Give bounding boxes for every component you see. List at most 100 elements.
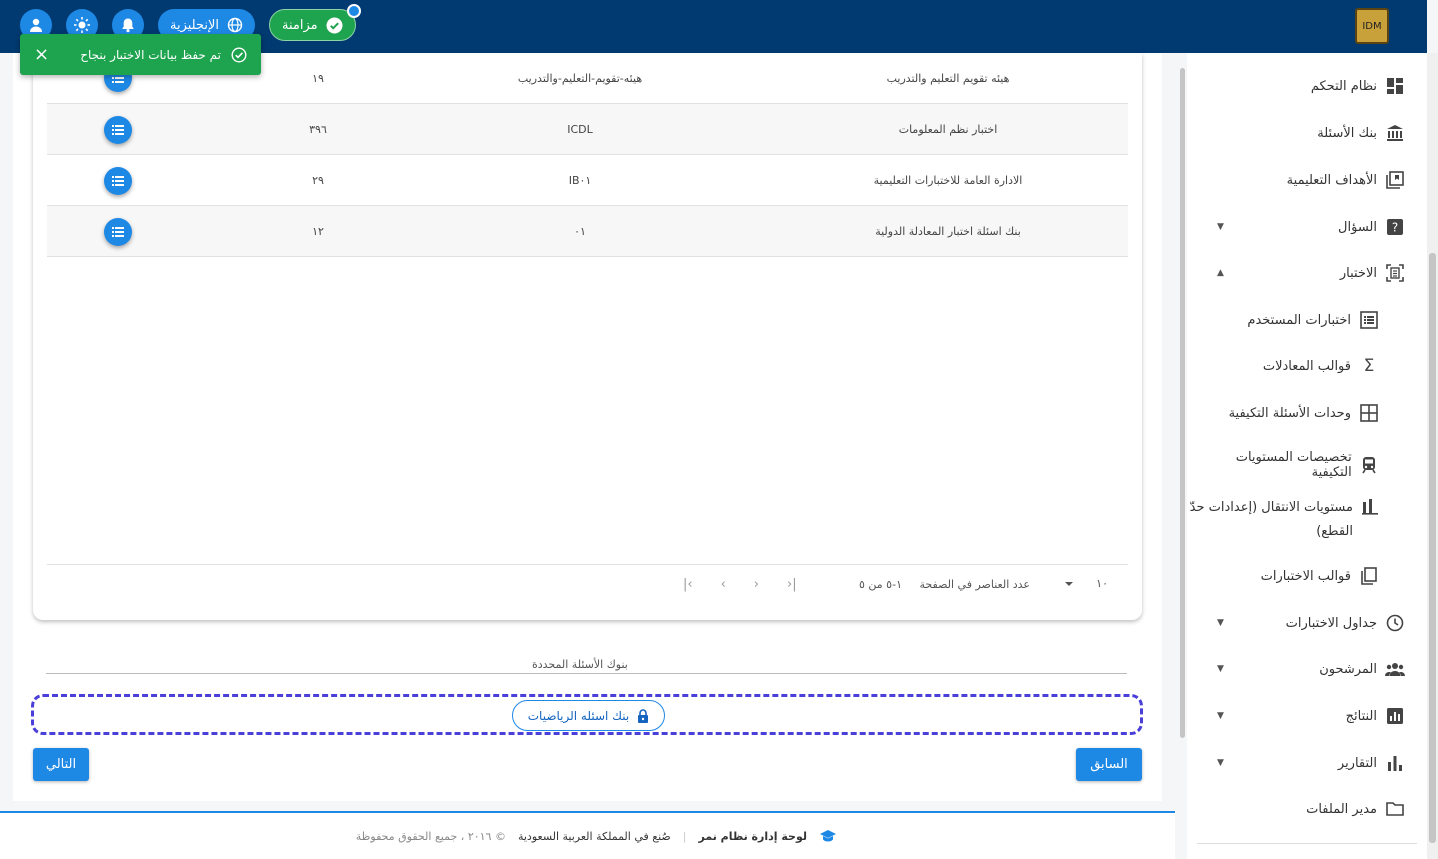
- bank-name-cell: هيئه تقويم التعليم والتدريب: [886, 71, 1010, 85]
- sidebar-item-transition-levels[interactable]: مستويات الانتقال (إعدادات حدّ القطع): [1190, 496, 1379, 544]
- expand-caret-icon[interactable]: ▼: [1217, 222, 1224, 232]
- sidebar-item-label-line2: القطع): [1316, 524, 1353, 539]
- sidebar-item-exam[interactable]: الاختبار ▲: [1197, 263, 1405, 283]
- question-icon: ?: [1385, 217, 1405, 237]
- footer: لوحة إدارة نظام نمر | صُنع في المملكة ال…: [0, 811, 1175, 859]
- sidebar-item-label: النتائج: [1345, 708, 1377, 724]
- sidebar-item-label: نظام التحكم: [1310, 78, 1377, 94]
- question-banks-table-card: هيئه تقويم التعليم والتدريب هيئه-تقويم-ا…: [33, 53, 1142, 620]
- footer-made-in: صُنع في المملكة العربية السعودية: [517, 829, 671, 843]
- expand-caret-icon[interactable]: ▼: [1217, 618, 1224, 628]
- sync-label: مزامنة: [282, 17, 318, 33]
- selected-bank-label: بنك اسئله الرياضيات: [527, 708, 630, 723]
- sidebar-item-file-manager[interactable]: مدير الملفات: [1197, 799, 1405, 819]
- row-details-button[interactable]: [104, 167, 132, 195]
- sidebar-item-label: الاختبار: [1339, 265, 1377, 281]
- sidebar-item-label: تخصيصات المستويات التكيفية: [1235, 450, 1352, 480]
- next-page-button[interactable]: ›: [754, 577, 759, 592]
- page-size-label: عدد العناصر في الصفحة: [919, 578, 1030, 591]
- globe-icon: [227, 17, 243, 33]
- list-icon: [112, 176, 124, 186]
- toast-close-button[interactable]: ×: [34, 44, 49, 65]
- app-logo[interactable]: IDM: [1355, 8, 1389, 44]
- bank-name-cell: بنك اسئلة اختبار المعادلة الدولية: [875, 224, 1021, 238]
- sidebar-item-equation-templates[interactable]: Σ قوالب المعادلات: [1197, 356, 1379, 376]
- row-details-button[interactable]: [104, 218, 132, 246]
- expand-caret-icon[interactable]: ▼: [1217, 758, 1224, 768]
- page-scrollbar-thumb[interactable]: [1429, 253, 1436, 843]
- footer-copyright: © ٢٠١٦ ، جميع الحقوق محفوظة: [355, 829, 506, 843]
- sidebar-item-adaptive-units[interactable]: وحدات الأسئلة التكيفية: [1197, 403, 1379, 423]
- expand-caret-icon[interactable]: ▼: [1217, 664, 1224, 674]
- sidebar-item-user-exams[interactable]: اختبارات المستخدم: [1197, 310, 1379, 330]
- folder-icon: [1385, 799, 1405, 819]
- copy-icon: [1359, 566, 1379, 586]
- user-icon: [30, 18, 42, 32]
- sidebar-item-label: قوالب الاختبارات: [1260, 568, 1351, 584]
- sidebar-item-question-bank[interactable]: بنك الأسئلة: [1197, 123, 1405, 143]
- exam-icon: [1385, 263, 1405, 283]
- sidebar-item-question[interactable]: ? السؤال ▼: [1197, 217, 1405, 237]
- sidebar-item-exam-schedules[interactable]: جداول الاختبارات ▼: [1197, 613, 1405, 633]
- bank-name-cell: اختبار نظم المعلومات: [898, 122, 998, 136]
- graduation-cap-icon: [820, 830, 836, 842]
- train-icon: [1360, 455, 1379, 475]
- main-content: هيئه تقويم التعليم والتدريب هيئه-تقويم-ا…: [13, 53, 1162, 801]
- question-count-cell: ١٩: [312, 71, 324, 85]
- page-scrollbar[interactable]: [1427, 53, 1438, 859]
- bank-code-cell: IB٠١: [568, 173, 592, 187]
- content-scrollbar[interactable]: [1180, 68, 1185, 738]
- last-page-button[interactable]: ›|: [787, 577, 797, 592]
- toast-message: تم حفظ بيانات الاختبار بنجاح: [80, 47, 221, 62]
- bank-code-cell: ICDL: [567, 122, 593, 136]
- sidebar-item-dashboard[interactable]: نظام التحكم: [1197, 76, 1405, 96]
- sidebar-item-label: مدير الملفات: [1306, 801, 1377, 817]
- selected-bank-chip[interactable]: بنك اسئله الرياضيات: [512, 700, 665, 731]
- sidebar-nav: نظام التحكم بنك الأسئلة الأهداف التعليمي…: [1187, 53, 1427, 859]
- sidebar-item-adaptive-levels[interactable]: تخصيصات المستويات التكيفية: [1197, 450, 1379, 480]
- sidebar-item-label: التقارير: [1337, 755, 1377, 771]
- sidebar-item-reports[interactable]: التقارير ▼: [1197, 753, 1405, 773]
- page-size-select[interactable]: ١٠: [1064, 577, 1108, 590]
- table-row: بنك اسئلة اختبار المعادلة الدولية ٠١ ١٢: [47, 206, 1128, 257]
- sidebar-item-results[interactable]: النتائج ▼: [1197, 706, 1405, 726]
- svg-text:?: ?: [1392, 221, 1398, 235]
- bank-code-cell: ٠١: [574, 224, 586, 238]
- footer-divider: |: [682, 829, 687, 843]
- first-page-button[interactable]: |‹: [683, 577, 693, 592]
- reports-icon: [1385, 753, 1405, 773]
- sidebar-item-candidates[interactable]: المرشحون ▼: [1197, 659, 1405, 679]
- sidebar-item-objectives[interactable]: الأهداف التعليمية: [1197, 170, 1405, 190]
- row-details-button[interactable]: [104, 116, 132, 144]
- next-step-button[interactable]: التالي: [33, 748, 89, 781]
- sync-indicator-dot: [346, 4, 361, 18]
- sync-button[interactable]: مزامنة: [269, 4, 361, 41]
- list-icon: [112, 125, 124, 135]
- sigma-icon: Σ: [1363, 356, 1375, 376]
- bar-chart-icon: [1361, 496, 1379, 516]
- page-range-label: ١-٥ من ٥: [858, 578, 902, 591]
- objectives-icon: [1385, 170, 1405, 190]
- previous-page-button[interactable]: ‹: [721, 577, 726, 592]
- expand-caret-icon[interactable]: ▼: [1217, 711, 1224, 721]
- sidebar-item-label: المرشحون: [1319, 661, 1377, 677]
- dashboard-icon: [1385, 76, 1405, 96]
- selected-banks-section-title: بنوك الأسئلة المحددة: [46, 658, 1127, 674]
- language-label: الإنجليزية: [170, 17, 220, 33]
- selected-banks-title: بنوك الأسئلة المحددة: [526, 658, 634, 671]
- table-row: الادارة العامة للاختبارات التعليمية IB٠١…: [47, 155, 1128, 206]
- clock-icon: [1385, 613, 1405, 633]
- selected-banks-dropzone[interactable]: بنك اسئله الرياضيات: [31, 694, 1143, 735]
- question-count-cell: ٢٩: [312, 173, 324, 187]
- sun-icon: [74, 17, 90, 33]
- collapse-caret-icon[interactable]: ▲: [1217, 268, 1224, 278]
- logo-text: IDM: [1362, 20, 1382, 32]
- people-icon: [1385, 659, 1405, 679]
- sidebar-item-label: وحدات الأسئلة التكيفية: [1228, 405, 1351, 421]
- previous-step-button[interactable]: السابق: [1076, 748, 1142, 781]
- bell-icon: [122, 18, 134, 33]
- sidebar-item-exam-templates[interactable]: قوالب الاختبارات: [1197, 566, 1379, 586]
- results-icon: [1385, 706, 1405, 726]
- sidebar-divider: [1197, 843, 1417, 844]
- grid-icon: [1359, 403, 1379, 423]
